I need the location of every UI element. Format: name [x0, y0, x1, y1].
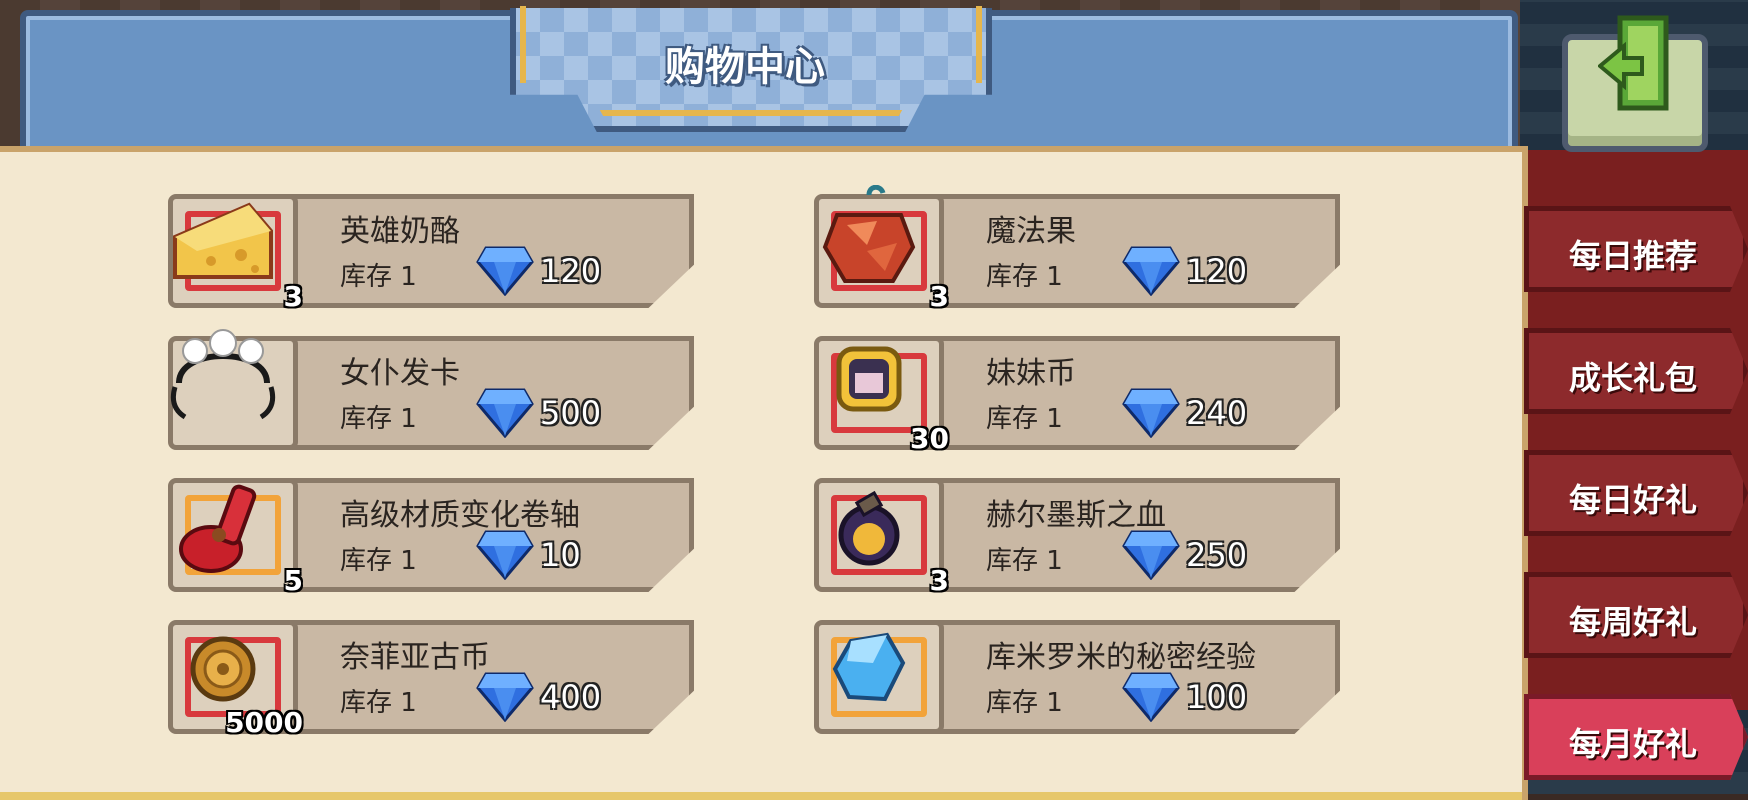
item-stock: 库存 1: [340, 404, 417, 434]
diamond-icon: [476, 246, 534, 296]
item-stock: 库存 1: [986, 688, 1063, 718]
shop-item[interactable]: 3 魔法果 库存 1 120: [814, 185, 1340, 313]
item-stock: 库存 1: [986, 404, 1063, 434]
diamond-icon: [1122, 672, 1180, 722]
item-price: 100: [1186, 678, 1248, 716]
shop-item[interactable]: 女仆发卡 库存 1 500: [168, 329, 694, 450]
item-stock: 库存 1: [340, 688, 417, 718]
diamond-icon: [1122, 530, 1180, 580]
item-name: 女仆发卡: [340, 356, 460, 391]
item-quantity: 30: [910, 422, 949, 455]
shop-item[interactable]: 5000 奈菲亚古币 库存 1 400: [168, 620, 694, 739]
page-title: 购物中心: [665, 44, 825, 90]
magic-fruit-icon: [822, 185, 916, 283]
diamond-icon: [476, 672, 534, 722]
item-icon-frame: 5000: [168, 620, 303, 739]
item-quantity: 5000: [225, 706, 303, 739]
shop-item[interactable]: 3 英雄奶酪 库存 1 120: [168, 194, 694, 313]
exit-button[interactable]: [1562, 15, 1708, 152]
item-name: 高级材质变化卷轴: [340, 498, 580, 533]
diamond-icon: [1122, 388, 1180, 438]
item-quantity: 3: [283, 280, 303, 313]
item-price: 120: [540, 252, 602, 290]
item-icon-frame: 30: [814, 336, 949, 455]
item-stock: 库存 1: [340, 262, 417, 292]
item-quantity: 3: [929, 280, 949, 313]
item-price: 10: [540, 536, 581, 574]
diamond-icon: [476, 388, 534, 438]
item-stock: 库存 1: [986, 262, 1063, 292]
shop-item[interactable]: 库米罗米的秘密经验 库存 1 100: [814, 620, 1340, 734]
item-icon-frame: [168, 329, 298, 450]
tab-daily-gift[interactable]: 每日好礼: [1524, 450, 1748, 536]
diamond-icon: [476, 530, 534, 580]
item-name: 妹妹币: [986, 356, 1076, 391]
shop-item[interactable]: 5 高级材质变化卷轴 库存 1 10: [168, 478, 694, 597]
item-stock: 库存 1: [986, 546, 1063, 576]
item-quantity: 3: [929, 564, 949, 597]
shop-item[interactable]: 3 赫尔墨斯之血 库存 1 250: [814, 478, 1340, 597]
item-icon-frame: 3: [814, 478, 949, 597]
scroll-icon: [179, 484, 257, 573]
item-name: 魔法果: [986, 214, 1076, 249]
item-price: 250: [1186, 536, 1248, 574]
cheese-icon: [173, 202, 273, 279]
item-stock: 库存 1: [340, 546, 417, 576]
item-name: 库米罗米的秘密经验: [986, 640, 1256, 675]
potion-icon: [838, 490, 900, 566]
diamond-icon: [1122, 246, 1180, 296]
item-name: 英雄奶酪: [340, 214, 460, 249]
item-price: 120: [1186, 252, 1248, 290]
maid-headband-icon: [170, 329, 276, 420]
item-price: 500: [540, 394, 602, 432]
item-icon-frame: 3: [814, 185, 949, 313]
tab-growth-pack[interactable]: 成长礼包: [1524, 328, 1748, 414]
tab-label: 每日好礼: [1569, 481, 1698, 519]
tab-label: 每月好礼: [1569, 725, 1698, 763]
exit-door-icon: [1598, 15, 1669, 111]
item-name: 奈菲亚古币: [340, 640, 490, 675]
item-icon-frame: [814, 620, 944, 734]
item-icon-frame: 3: [168, 194, 303, 313]
shop-item[interactable]: 30 妹妹币 库存 1 240: [814, 336, 1340, 455]
tab-label: 成长礼包: [1569, 359, 1698, 397]
tab-daily-recommend[interactable]: 每日推荐: [1524, 206, 1748, 292]
item-icon-frame: 5: [168, 478, 303, 597]
tab-label: 每日推荐: [1569, 237, 1698, 275]
item-price: 400: [540, 678, 602, 716]
item-quantity: 5: [283, 564, 303, 597]
tab-weekly-gift[interactable]: 每周好礼: [1524, 572, 1748, 658]
crystal-icon: [832, 632, 906, 702]
tab-monthly-gift[interactable]: 每月好礼: [1524, 694, 1748, 780]
tab-label: 每周好礼: [1569, 603, 1698, 641]
item-price: 240: [1186, 394, 1248, 432]
